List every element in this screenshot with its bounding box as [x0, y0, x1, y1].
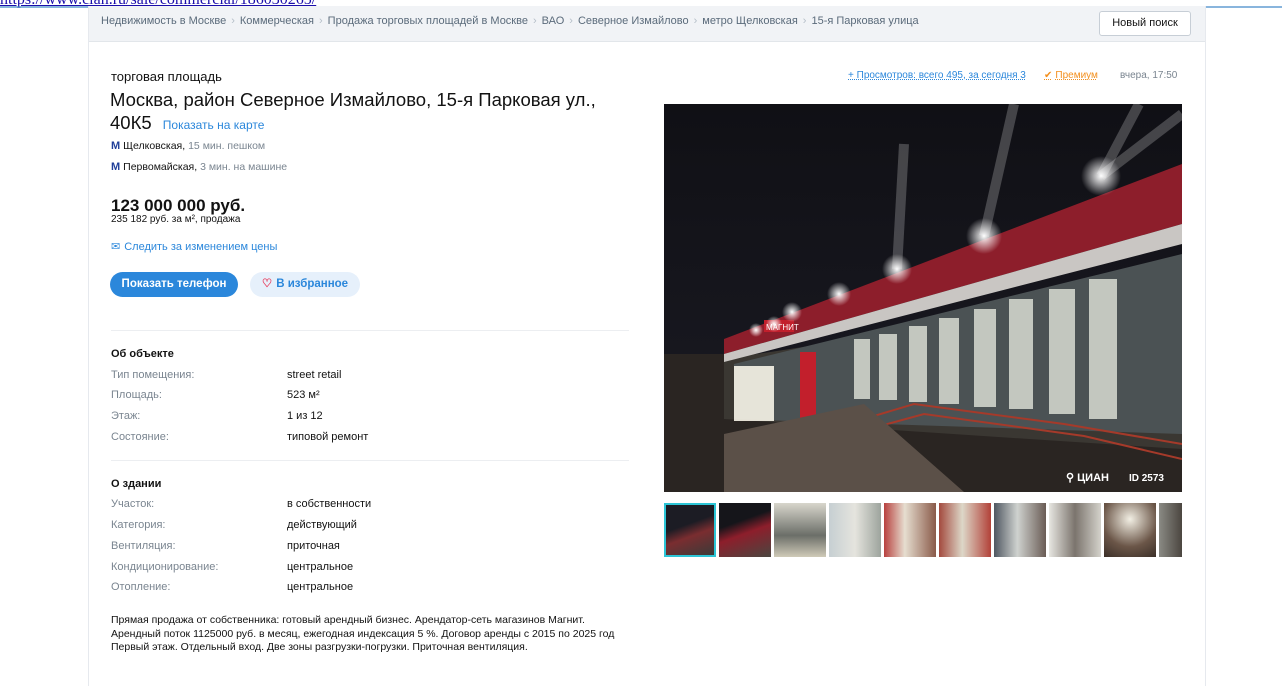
metro-time: 3 мин. на машине	[200, 161, 288, 173]
metro-station-name[interactable]: Первомайская	[123, 161, 194, 173]
main-photo[interactable]: МАГНИТ ⚲ ЦИАН ID 2573	[664, 104, 1182, 492]
watch-price-link[interactable]: ✉ Следить за изменением цены	[111, 240, 277, 253]
thumbnail[interactable]	[994, 503, 1046, 557]
object-value: street retail	[287, 369, 342, 381]
thumbnail[interactable]	[774, 503, 826, 557]
listing-address: Москва, район Северное Измайлово, 15-я П…	[110, 88, 630, 137]
building-label: Участок:	[111, 498, 155, 510]
breadcrumb-separator-icon: ›	[231, 15, 235, 27]
watermark-id: ID 2573	[1128, 473, 1164, 484]
watch-price-label: Следить за изменением цены	[124, 241, 278, 253]
building-label: Вентиляция:	[111, 540, 176, 552]
object-label: Этаж:	[111, 410, 141, 422]
breadcrumb-separator-icon: ›	[569, 15, 573, 27]
thumbnail[interactable]	[664, 503, 716, 557]
breadcrumb-separator-icon: ›	[693, 15, 698, 27]
thumbnail-strip	[664, 503, 1182, 557]
metro-time: 15 мин. пешком	[188, 140, 266, 152]
storefront-photo: МАГНИТ	[664, 104, 1182, 492]
add-favorite-button[interactable]: ♡ В избранное	[250, 272, 360, 297]
object-label: Тип помещения:	[111, 369, 195, 381]
breadcrumb-item[interactable]: Продажа торговых площадей в Москве	[328, 15, 528, 27]
object-value: типовой ремонт	[287, 431, 369, 443]
object-value: 523 м²	[287, 389, 320, 401]
about-object-title: Об объекте	[111, 348, 174, 360]
breadcrumb-item[interactable]: метро Щелковская	[702, 15, 798, 27]
building-value: действующий	[287, 519, 357, 531]
metro-icon: M	[111, 140, 121, 152]
thumbnail[interactable]	[829, 503, 881, 557]
breadcrumb-separator-icon: ›	[802, 15, 807, 27]
thumbnail[interactable]	[719, 503, 771, 557]
envelope-icon: ✉	[111, 241, 121, 253]
breadcrumb-item[interactable]: 15-я Парковая улица	[811, 15, 918, 27]
price-per-m2: 235 182 руб. за м², продажа	[111, 214, 241, 225]
metro-station: M Щелковская, 15 мин. пешком	[111, 140, 266, 152]
published-time: вчера, 17:50	[1120, 70, 1178, 81]
about-building-title: О здании	[111, 478, 162, 490]
breadcrumb-separator-icon: ›	[532, 15, 537, 27]
thumbnail[interactable]	[1104, 503, 1156, 557]
new-search-button[interactable]: Новый поиск	[1099, 11, 1191, 36]
object-label: Площадь:	[111, 389, 162, 401]
views-label: Просмотров: всего 495, за сегодня 3	[856, 70, 1026, 81]
metro-station: M Первомайская, 3 мин. на машине	[111, 161, 288, 173]
metro-station-name[interactable]: Щелковская	[123, 140, 182, 152]
breadcrumb-item[interactable]: Недвижимость в Москве	[101, 15, 226, 27]
views-counter[interactable]: + Просмотров: всего 495, за сегодня 3	[848, 70, 1026, 81]
thumbnail[interactable]	[1049, 503, 1101, 557]
photo-watermark: ⚲ ЦИАН ID 2573	[1066, 471, 1164, 484]
cian-logo-icon: ⚲ ЦИАН	[1066, 472, 1109, 484]
premium-label: Премиум	[1055, 70, 1098, 81]
description: Прямая продажа от собственника: готовый …	[111, 614, 615, 653]
listing-kind: торговая площадь	[111, 69, 222, 84]
favorite-label: В избранное	[276, 278, 349, 290]
building-value: центральное	[287, 561, 354, 573]
watermark-logo-text: ЦИАН	[1077, 472, 1109, 484]
thumbnail[interactable]	[939, 503, 991, 557]
breadcrumb-separator-icon: ›	[319, 15, 323, 27]
building-label: Отопление:	[111, 581, 171, 593]
metro-icon: M	[111, 161, 121, 173]
divider	[111, 460, 629, 461]
heart-icon: ♡	[261, 278, 273, 290]
breadcrumb: Недвижимость в Москве › Коммерческая › Прода…	[89, 6, 1205, 42]
object-value: 1 из 12	[287, 410, 323, 422]
object-label: Состояние:	[111, 431, 169, 443]
building-label: Категория:	[111, 519, 166, 531]
building-value: в собственности	[287, 498, 372, 510]
building-value: центральное	[287, 581, 354, 593]
breadcrumb-item[interactable]: Коммерческая	[240, 15, 314, 27]
building-label: Кондиционирование:	[111, 561, 219, 573]
thumbnail[interactable]	[1159, 503, 1182, 557]
show-on-map-link[interactable]: Показать на карте	[163, 118, 265, 132]
show-phone-button[interactable]: Показать телефон	[110, 272, 238, 297]
divider	[111, 330, 629, 331]
price: 123 000 000 руб.	[111, 196, 246, 215]
breadcrumb-item[interactable]: Северное Измайлово	[578, 15, 689, 27]
thumbnail[interactable]	[884, 503, 936, 557]
rocket-icon: ✔	[1044, 70, 1053, 81]
building-value: приточная	[287, 540, 340, 552]
breadcrumb-item[interactable]: ВАО	[542, 15, 565, 27]
premium-badge[interactable]: ✔ Премиум	[1044, 70, 1098, 81]
